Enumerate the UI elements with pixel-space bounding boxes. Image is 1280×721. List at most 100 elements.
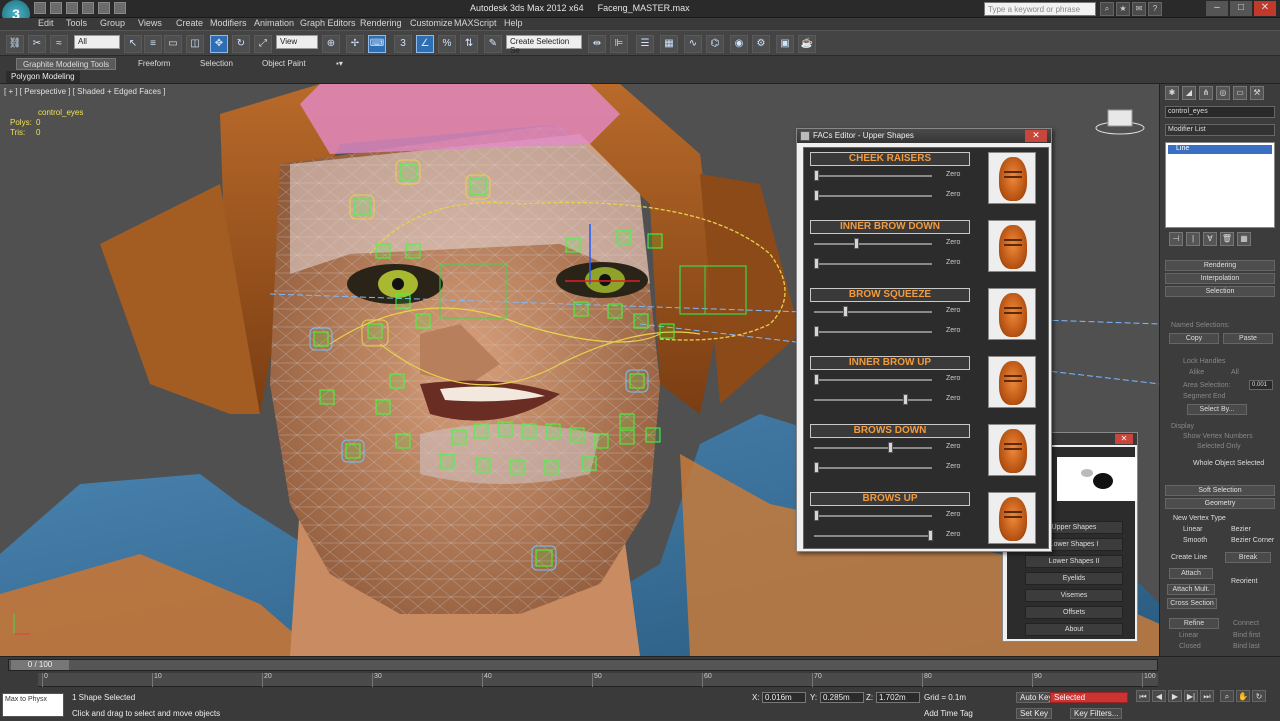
rendered-frame-icon[interactable]: ▣	[776, 35, 794, 53]
zero-button[interactable]: Zero	[946, 307, 960, 314]
utilities-tab-icon[interactable]: ⚒	[1250, 86, 1264, 100]
shape-slider[interactable]: Zero	[812, 510, 968, 522]
object-name-field[interactable]: control_eyes	[1165, 106, 1275, 118]
time-slider[interactable]: 0 / 100	[8, 659, 1158, 671]
time-slider-thumb[interactable]: 0 / 100	[11, 660, 69, 670]
facs-menu-lower-shapes-2[interactable]: Lower Shapes II	[1025, 555, 1123, 568]
angle-snap-icon[interactable]: ∠	[416, 35, 434, 53]
shape-slider[interactable]: Zero	[812, 462, 968, 474]
next-frame-icon[interactable]: ▶|	[1184, 690, 1198, 702]
area-selection-checkbox[interactable]: Area Selection:	[1183, 382, 1230, 389]
shape-slider[interactable]: Zero	[812, 374, 968, 386]
project-folder-icon[interactable]	[114, 2, 126, 14]
unlink-icon[interactable]: ✂	[28, 35, 46, 53]
ribbon-polygon-modeling[interactable]: Polygon Modeling	[6, 71, 80, 83]
all-radio[interactable]: All	[1231, 369, 1239, 376]
area-selection-spinner[interactable]: 0.001	[1249, 380, 1273, 390]
slider-knob[interactable]	[814, 190, 819, 201]
shape-slider[interactable]: Zero	[812, 190, 968, 202]
slider-knob[interactable]	[842, 306, 848, 317]
menu-group[interactable]: Group	[100, 18, 125, 28]
ribbon-options-icon[interactable]: ▪▾	[330, 58, 349, 70]
menu-maxscript[interactable]: MAXScript	[454, 18, 497, 28]
rollout-soft-selection[interactable]: Soft Selection	[1165, 485, 1275, 496]
zero-button[interactable]: Zero	[946, 511, 960, 518]
slider-knob[interactable]	[814, 170, 819, 181]
select-and-move-icon[interactable]: ✥	[210, 35, 228, 53]
facs-editor-close-icon[interactable]: ✕	[1025, 130, 1047, 142]
bind-first-checkbox[interactable]: Bind first	[1233, 632, 1260, 639]
snaps-toggle-icon[interactable]: 3	[394, 35, 412, 53]
close-icon[interactable]: ✕	[1254, 1, 1276, 16]
zero-button[interactable]: Zero	[946, 259, 960, 266]
go-to-start-icon[interactable]: ⏮	[1136, 690, 1150, 702]
shape-slider[interactable]: Zero	[812, 326, 968, 338]
zero-button[interactable]: Zero	[946, 375, 960, 382]
window-crossing-icon[interactable]: ◫	[186, 35, 204, 53]
facs-menu-about[interactable]: About	[1025, 623, 1123, 636]
track-bar[interactable]: 0 10 20 30 40 50 60 70 80 90 100	[38, 673, 1158, 687]
break-button[interactable]: Break	[1225, 552, 1271, 563]
go-to-end-icon[interactable]: ⏭	[1200, 690, 1214, 702]
face-preview-thumbnail[interactable]	[988, 152, 1036, 204]
undo-icon[interactable]	[82, 2, 94, 14]
spinner-snap-icon[interactable]: ⇅	[460, 35, 478, 53]
slider-track[interactable]	[814, 175, 932, 177]
slider-track[interactable]	[814, 535, 932, 537]
search-icon[interactable]: ⌕	[1100, 2, 1114, 16]
menu-graph-editors[interactable]: Graph Editors	[300, 18, 356, 28]
maximize-icon[interactable]: □	[1230, 1, 1252, 16]
slider-track[interactable]	[814, 379, 932, 381]
shape-slider[interactable]: Zero	[812, 258, 968, 270]
remove-modifier-icon[interactable]: 🗑	[1220, 232, 1234, 246]
rollout-geometry[interactable]: Geometry	[1165, 498, 1275, 509]
tab-graphite-modeling-tools[interactable]: Graphite Modeling Tools	[16, 58, 117, 70]
rollout-rendering[interactable]: Rendering	[1165, 260, 1275, 271]
named-selection-sets-dropdown[interactable]: Create Selection Se	[506, 35, 582, 55]
pin-stack-icon[interactable]: ⊣	[1169, 232, 1183, 246]
slider-track[interactable]	[814, 195, 932, 197]
schematic-view-icon[interactable]: ⌬	[706, 35, 724, 53]
facs-menu-visemes[interactable]: Visemes	[1025, 589, 1123, 602]
show-vertex-numbers-checkbox[interactable]: Show Vertex Numbers	[1183, 433, 1253, 440]
zero-button[interactable]: Zero	[946, 395, 960, 402]
percent-snap-icon[interactable]: %	[438, 35, 456, 53]
edit-named-selection-icon[interactable]: ✎	[484, 35, 502, 53]
menu-modifiers[interactable]: Modifiers	[210, 18, 247, 28]
select-and-rotate-icon[interactable]: ↻	[232, 35, 250, 53]
selected-only-checkbox[interactable]: Selected Only	[1197, 443, 1241, 450]
facs-editor-titlebar[interactable]: FACs Editor - Upper Shapes	[797, 129, 1051, 143]
zero-button[interactable]: Zero	[946, 191, 960, 198]
menu-rendering[interactable]: Rendering	[360, 18, 402, 28]
y-coordinate-field[interactable]: 0.285m	[820, 692, 864, 703]
configure-sets-icon[interactable]: ▦	[1237, 232, 1251, 246]
stack-item-line[interactable]: Line	[1168, 145, 1272, 154]
linear-checkbox[interactable]: Linear	[1179, 632, 1198, 639]
lock-handles-checkbox[interactable]: Lock Handles	[1183, 358, 1225, 365]
pivot-center-icon[interactable]: ⊕	[322, 35, 340, 53]
communication-icon[interactable]: ✉	[1132, 2, 1146, 16]
menu-views[interactable]: Views	[138, 18, 162, 28]
zero-button[interactable]: Zero	[946, 327, 960, 334]
slider-track[interactable]	[814, 515, 932, 517]
tab-freeform[interactable]: Freeform	[132, 58, 176, 70]
orbit-icon[interactable]: ↻	[1252, 690, 1266, 702]
redo-icon[interactable]	[98, 2, 110, 14]
zoom-icon[interactable]: ⌕	[1220, 690, 1234, 702]
display-tab-icon[interactable]: ▭	[1233, 86, 1247, 100]
material-editor-icon[interactable]: ◉	[730, 35, 748, 53]
bind-last-checkbox[interactable]: Bind last	[1233, 643, 1260, 650]
face-preview-thumbnail[interactable]	[988, 492, 1036, 544]
menu-create[interactable]: Create	[176, 18, 203, 28]
face-preview-thumbnail[interactable]	[988, 220, 1036, 272]
pan-icon[interactable]: ✋	[1236, 690, 1250, 702]
menu-help[interactable]: Help	[504, 18, 523, 28]
zero-button[interactable]: Zero	[946, 463, 960, 470]
slider-knob[interactable]	[814, 326, 819, 337]
alike-radio[interactable]: Alike	[1189, 369, 1204, 376]
rollout-interpolation[interactable]: Interpolation	[1165, 273, 1275, 284]
slider-track[interactable]	[814, 331, 932, 333]
slider-knob[interactable]	[888, 442, 894, 453]
slider-knob[interactable]	[814, 510, 819, 521]
slider-knob[interactable]	[814, 462, 819, 473]
